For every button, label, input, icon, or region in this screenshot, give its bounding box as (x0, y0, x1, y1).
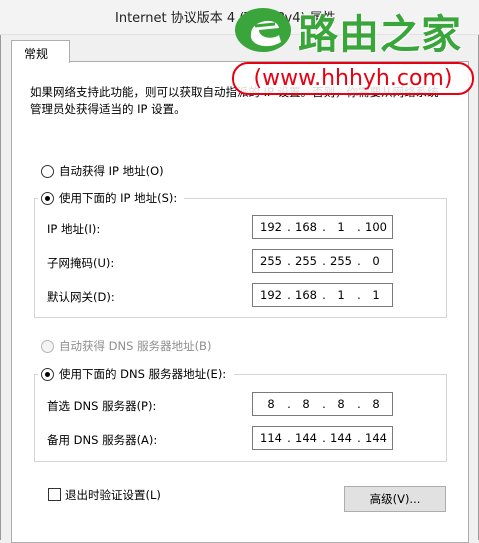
default-gateway-input[interactable]: 192 . 168 . 1 . 1 (252, 283, 393, 307)
ip-octet: 144 (365, 431, 387, 445)
radio-manual-ip-label[interactable]: 使用下面的 IP 地址(S): (59, 190, 177, 206)
ip-octet: 144 (330, 431, 352, 445)
radio-auto-ip-label[interactable]: 自动获得 IP 地址(O) (59, 163, 164, 179)
ip-octet: 8 (372, 397, 380, 411)
tab-general[interactable]: 常规 (11, 40, 70, 63)
ip-octet: 1 (337, 220, 345, 234)
radio-auto-ip[interactable] (41, 165, 54, 178)
window-border-left (0, 0, 1, 540)
router-logo-icon (235, 8, 291, 52)
ip-octet: 0 (372, 254, 380, 268)
ip-octet: 192 (260, 288, 282, 302)
ip-octet: 8 (337, 397, 345, 411)
advanced-button[interactable]: 高级(V)... (344, 486, 446, 512)
radio-auto-dns-label[interactable]: 自动获得 DNS 服务器地址(B) (59, 338, 211, 354)
ip-octet: 168 (295, 220, 317, 234)
ip-octet: 100 (365, 220, 387, 234)
ip-octet: 255 (295, 254, 317, 268)
validate-on-exit-checkbox[interactable] (48, 488, 61, 501)
tab-general-label: 常规 (24, 47, 49, 61)
preferred-dns-input[interactable]: 8 . 8 . 8 . 8 (252, 392, 393, 416)
subnet-mask-input[interactable]: 255 . 255 . 255 . 0 (252, 249, 393, 273)
radio-manual-dns[interactable] (41, 368, 54, 381)
alternate-dns-label: 备用 DNS 服务器(A): (47, 433, 158, 447)
watermark-url: (www.hhhyh.com) (232, 62, 474, 95)
ip-octet: 114 (260, 431, 282, 445)
ip-octet: 255 (330, 254, 352, 268)
radio-manual-dns-label[interactable]: 使用下面的 DNS 服务器地址(E): (59, 366, 226, 382)
ip-octet: 168 (295, 288, 317, 302)
subnet-mask-label: 子网掩码(U): (47, 256, 115, 270)
ip-octet: 1 (337, 288, 345, 302)
alternate-dns-input[interactable]: 114 . 144 . 144 . 144 (252, 426, 393, 450)
ip-address-input[interactable]: 192 . 168 . 1 . 100 (252, 215, 393, 239)
radio-manual-ip[interactable] (41, 192, 54, 205)
default-gateway-label: 默认网关(D): (47, 290, 115, 304)
watermark-brand: 路由之家 (298, 12, 462, 58)
radio-auto-dns[interactable] (41, 340, 54, 353)
ip-octet: 255 (260, 254, 282, 268)
validate-on-exit-label[interactable]: 退出时验证设置(L) (65, 487, 161, 503)
ip-octet: 192 (260, 220, 282, 234)
ip-address-label: IP 地址(I): (47, 222, 101, 236)
ip-octet: 144 (295, 431, 317, 445)
ip-octet: 1 (372, 288, 380, 302)
ip-octet: 8 (302, 397, 310, 411)
preferred-dns-label: 首选 DNS 服务器(P): (47, 399, 157, 413)
ip-octet: 8 (267, 397, 275, 411)
